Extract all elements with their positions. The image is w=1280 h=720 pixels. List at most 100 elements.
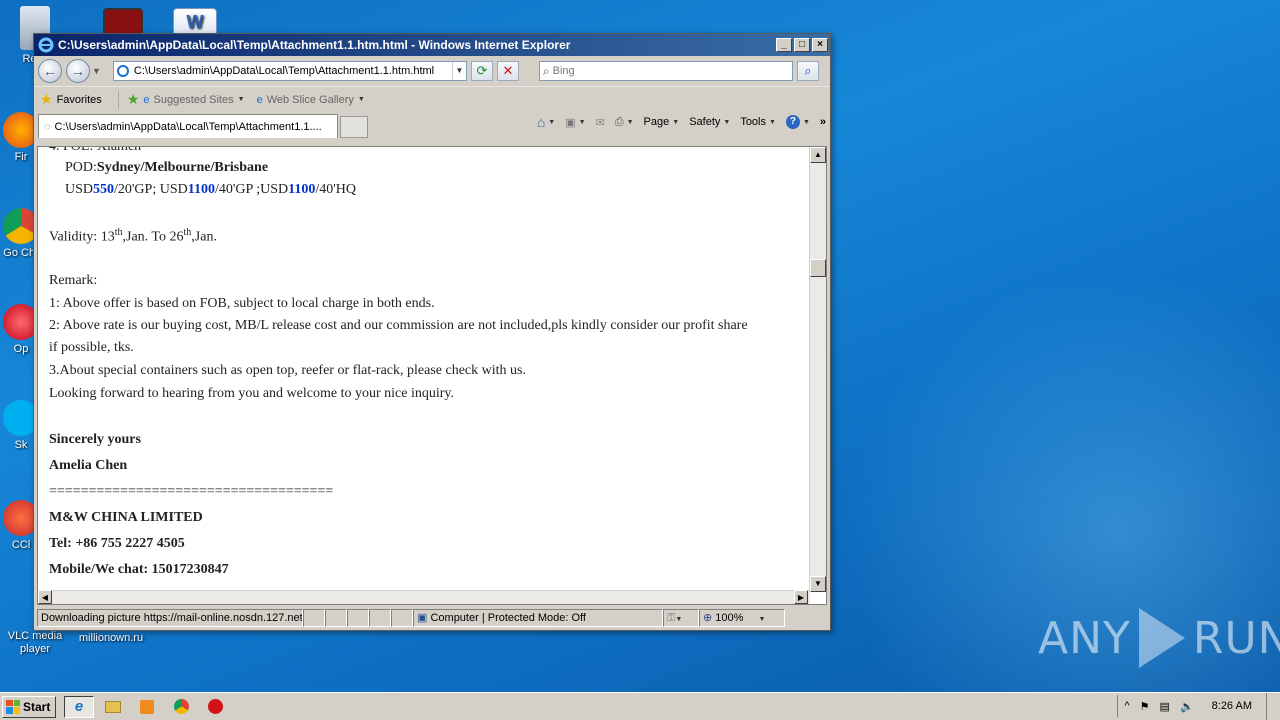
- rate-text: /20'GP; USD: [114, 182, 188, 197]
- folder-icon: [105, 700, 121, 713]
- show-desktop-button[interactable]: [1266, 693, 1280, 720]
- scroll-left-button[interactable]: ◀: [38, 590, 52, 604]
- status-panel: [369, 609, 391, 627]
- chevron-down-icon: ▼: [237, 96, 245, 103]
- ie-window: C:\Users\admin\AppData\Local\Temp\Attach…: [33, 33, 831, 631]
- taskbar-ie[interactable]: e: [64, 695, 94, 718]
- home-button[interactable]: ⌂ ▼: [537, 114, 555, 130]
- zone-label: Computer | Protected Mode: Off: [430, 612, 586, 624]
- fav-item-web-slice-gallery[interactable]: e Web Slice Gallery ▼: [257, 94, 365, 106]
- desktop-icon-label: Fir: [14, 151, 28, 163]
- print-button[interactable]: ⎙ ▼: [615, 116, 634, 129]
- forward-button[interactable]: →: [66, 59, 90, 83]
- page-menu[interactable]: Page ▼: [644, 116, 680, 128]
- protected-mode-button[interactable]: ⚿▼: [663, 609, 699, 627]
- ie-icon: [38, 37, 54, 53]
- chevron-down-icon: ▼: [802, 118, 810, 126]
- feeds-button[interactable]: ▣ ▼: [565, 116, 585, 129]
- scroll-right-button[interactable]: ▶: [794, 590, 808, 604]
- add-favorite-icon[interactable]: ★: [127, 91, 140, 108]
- start-label: Start: [23, 699, 51, 714]
- desktop-icon-label: CCl: [11, 539, 31, 551]
- clock[interactable]: 8:26 AM: [1212, 700, 1252, 712]
- fav-item-suggested-sites[interactable]: e Suggested Sites ▼: [143, 94, 244, 106]
- telephone: Tel: +86 755 2227 4505: [49, 536, 185, 551]
- tab-attachment[interactable]: ◌ C:\Users\admin\AppData\Local\Temp\Atta…: [38, 114, 338, 138]
- refresh-button[interactable]: ⟳: [470, 61, 493, 81]
- watermark-text-right: RUN: [1192, 612, 1280, 664]
- taskbar-media-player[interactable]: [132, 696, 162, 718]
- email-body: 4. POL: Xiamen POD:Sydney/Melbourne/Bris…: [38, 147, 810, 592]
- minimize-button[interactable]: _: [776, 38, 792, 52]
- chrome-icon: [173, 699, 189, 714]
- rate-text: USD: [65, 182, 94, 197]
- new-tab-button[interactable]: [340, 116, 368, 138]
- show-hidden-icons-icon[interactable]: ^: [1124, 700, 1129, 712]
- watermark-text-left: ANY: [1038, 612, 1131, 664]
- command-bar: ⌂ ▼ ▣ ▼ ✉ ⎙ ▼ Page ▼ Safety ▼ Tools ▼ ? ▼ »: [537, 114, 826, 130]
- zoom-button[interactable]: ⊕ 100% ▼: [699, 609, 785, 627]
- print-icon: ⎙: [614, 115, 624, 128]
- safety-menu[interactable]: Safety ▼: [689, 116, 730, 128]
- tab-bar: ◌ C:\Users\admin\AppData\Local\Temp\Atta…: [34, 112, 830, 138]
- taskbar-chrome[interactable]: [166, 696, 196, 718]
- validity-text: Validity: 13: [49, 229, 115, 245]
- safety-menu-label: Safety: [689, 116, 721, 128]
- chevron-down-icon: ▼: [758, 616, 766, 623]
- tools-menu[interactable]: Tools ▼: [740, 116, 776, 128]
- address-input[interactable]: [133, 65, 452, 77]
- loading-icon: ◌: [44, 120, 51, 133]
- taskbar: Start e ^ ⚑ ▤ 🔈 8:26 AM: [0, 692, 1280, 720]
- status-panel: [391, 609, 413, 627]
- desktop-icon-vlc[interactable]: VLC media player: [0, 630, 70, 656]
- search-input[interactable]: [552, 65, 792, 77]
- horizontal-scrollbar[interactable]: ◀ ▶: [38, 590, 810, 604]
- network-icon[interactable]: ▤: [1160, 700, 1170, 713]
- scroll-thumb[interactable]: [810, 259, 826, 277]
- favorites-button[interactable]: ★ Favorites: [40, 91, 102, 108]
- search-box[interactable]: ⌕: [538, 61, 793, 81]
- tools-menu-label: Tools: [740, 116, 766, 128]
- vertical-scrollbar[interactable]: ▲ ▼: [809, 147, 826, 592]
- taskbar-opera[interactable]: [200, 696, 230, 718]
- back-button[interactable]: ←: [38, 59, 62, 83]
- chevron-down-icon: ▼: [723, 118, 731, 126]
- word-doc-icon: W: [173, 8, 217, 36]
- fav-item-label: Web Slice Gallery: [266, 93, 354, 106]
- title-bar[interactable]: C:\Users\admin\AppData\Local\Temp\Attach…: [34, 34, 830, 56]
- security-zone[interactable]: ▣ Computer | Protected Mode: Off: [413, 609, 663, 627]
- rate-20gp: 550: [93, 182, 115, 197]
- search-provider-icon: ⌕: [542, 63, 550, 78]
- taskbar-explorer[interactable]: [98, 696, 128, 718]
- recent-pages-dropdown[interactable]: ▼: [92, 66, 101, 76]
- scroll-down-button[interactable]: ▼: [810, 576, 826, 592]
- remark-1: 1: Above offer is based on FOB, subject …: [49, 296, 435, 311]
- status-panel: [347, 609, 369, 627]
- scroll-up-button[interactable]: ▲: [810, 147, 826, 163]
- search-button[interactable]: ⌕: [796, 61, 819, 81]
- desktop-icon-millionown[interactable]: millionown.ru: [76, 632, 146, 645]
- home-icon: ⌂: [536, 114, 546, 130]
- action-center-flag-icon[interactable]: ⚑: [1140, 700, 1150, 713]
- closing-line: Looking forward to hearing from you and …: [49, 386, 454, 401]
- rate-line: USD550/20'GP; USD1100/40'GP ;USD1100/40'…: [65, 182, 356, 198]
- read-mail-button[interactable]: ✉: [596, 116, 605, 129]
- maximize-button[interactable]: □: [794, 38, 810, 52]
- more-commands-icon[interactable]: »: [820, 116, 826, 128]
- help-menu[interactable]: ? ▼: [785, 115, 810, 129]
- validity-text: ,Jan. To 26: [122, 229, 184, 245]
- address-dropdown[interactable]: ▼: [451, 62, 466, 80]
- stop-button[interactable]: ✕: [496, 61, 519, 81]
- close-button[interactable]: ×: [812, 38, 828, 52]
- company-name: M&W CHINA LIMITED: [49, 510, 203, 525]
- validity-text: ,Jan.: [191, 229, 217, 245]
- help-icon: ?: [785, 115, 800, 129]
- chevron-down-icon: ▼: [769, 118, 776, 126]
- address-bar[interactable]: ▼: [112, 61, 467, 81]
- volume-icon[interactable]: 🔈: [1180, 700, 1194, 713]
- start-button[interactable]: Start: [2, 695, 56, 718]
- zoom-icon: ⊕: [703, 612, 713, 624]
- acrobat-icon: [103, 8, 143, 36]
- status-text: Downloading picture https://mail-online.…: [37, 609, 303, 627]
- signoff: Sincerely yours: [49, 432, 141, 447]
